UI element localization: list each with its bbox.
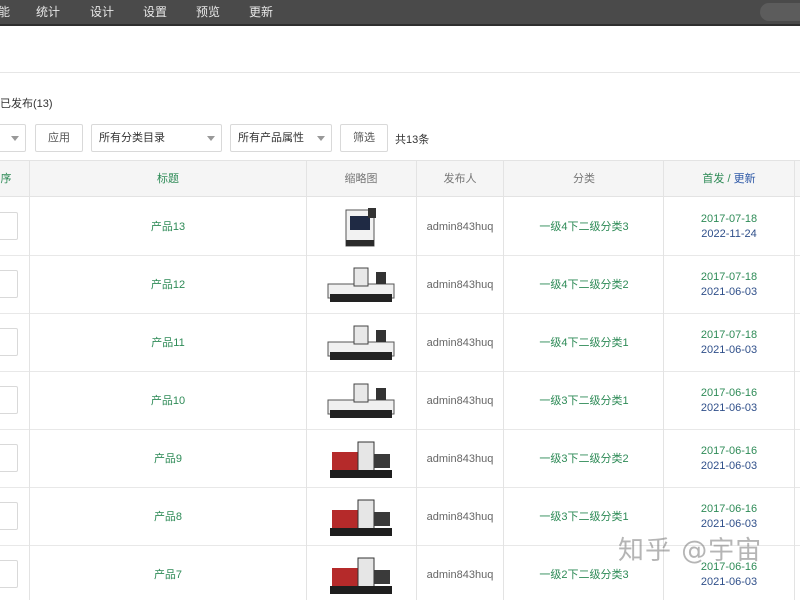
nav-item-stats[interactable]: 统计 xyxy=(36,4,60,20)
product-thumbnail[interactable] xyxy=(324,320,398,366)
product-category-link[interactable]: 一级4下二级分类1 xyxy=(504,314,664,372)
chevron-down-icon xyxy=(207,136,215,141)
table-row: 产品12 admin843huq 一级4下二级分类2 2017-07-18 2021-0… xyxy=(0,256,800,314)
product-dates: 2017-06-16 2021-06-03 xyxy=(664,386,794,416)
col-header-first-published[interactable]: 首发 xyxy=(702,173,724,185)
first-published-date: 2017-06-16 xyxy=(700,445,758,457)
product-author: admin843huq xyxy=(426,337,494,349)
product-dates: 2017-07-18 2022-11-24 xyxy=(664,212,794,242)
published-count-title: 已发布(13) xyxy=(0,98,53,110)
product-author: admin843huq xyxy=(426,221,494,233)
bulk-action-select[interactable] xyxy=(0,124,26,152)
product-title-link[interactable]: 产品10 xyxy=(30,372,306,430)
table-row: 产品13 admin843huq 一级4下二级分类3 2017-07-18 2022-1… xyxy=(0,198,800,256)
product-category-link[interactable]: 一级3下二级分类2 xyxy=(504,430,664,488)
col-header-author: 发布人 xyxy=(443,173,477,185)
product-category-link[interactable]: 一级3下二级分类1 xyxy=(504,372,664,430)
col-header-order[interactable]: 序 xyxy=(0,161,18,197)
row-order-input[interactable] xyxy=(0,560,18,588)
nav-item-settings[interactable]: 设置 xyxy=(143,4,167,20)
col-header-dates[interactable]: 首发 / 更新 xyxy=(664,161,794,197)
updated-date: 2021-06-03 xyxy=(700,460,758,472)
product-thumbnail[interactable] xyxy=(324,262,398,308)
product-category-link[interactable]: 一级4下二级分类2 xyxy=(504,256,664,314)
table-header: 序 标题 缩略图 发布人 分类 首发 / 更新 xyxy=(0,161,800,197)
column-divider xyxy=(29,161,30,600)
product-title-link[interactable]: 产品7 xyxy=(30,546,306,600)
updated-date: 2021-06-03 xyxy=(700,286,758,298)
column-divider xyxy=(416,161,417,600)
chevron-down-icon xyxy=(11,136,19,141)
attribute-filter-value: 所有产品属性 xyxy=(238,132,304,144)
first-published-date: 2017-07-18 xyxy=(700,213,758,225)
product-author: admin843huq xyxy=(426,279,494,291)
chevron-down-icon xyxy=(317,136,325,141)
product-title-link[interactable]: 产品9 xyxy=(30,430,306,488)
product-title-link[interactable]: 产品13 xyxy=(30,198,306,256)
filter-button[interactable]: 筛选 xyxy=(340,124,388,152)
product-dates: 2017-06-16 2021-06-03 xyxy=(664,444,794,474)
row-order-input[interactable] xyxy=(0,212,18,240)
product-thumbnail[interactable] xyxy=(324,494,398,540)
nav-item-update[interactable]: 更新 xyxy=(249,4,273,20)
product-author: admin843huq xyxy=(426,569,494,581)
row-order-input[interactable] xyxy=(0,270,18,298)
product-thumbnail[interactable] xyxy=(324,204,398,250)
first-published-date: 2017-07-18 xyxy=(700,329,758,341)
col-header-date-separator: / xyxy=(724,173,734,185)
product-title-link[interactable]: 产品11 xyxy=(30,314,306,372)
category-filter-select[interactable]: 所有分类目录 xyxy=(91,124,222,152)
attribute-filter-select[interactable]: 所有产品属性 xyxy=(230,124,332,152)
product-dates: 2017-06-16 2021-06-03 xyxy=(664,502,794,532)
updated-date: 2021-06-03 xyxy=(700,576,758,588)
row-order-input[interactable] xyxy=(0,502,18,530)
table-row: 产品9 admin843huq 一级3下二级分类2 2017-06-16 2021-06… xyxy=(0,430,800,488)
header-divider xyxy=(0,72,800,73)
top-nav-bar: 能 统计 设计 设置 预览 更新 xyxy=(0,0,800,26)
column-divider xyxy=(794,161,795,600)
watermark: 知乎 @宇宙 xyxy=(618,536,763,566)
product-title-link[interactable]: 产品12 xyxy=(30,256,306,314)
product-author: admin843huq xyxy=(426,453,494,465)
product-title-link[interactable]: 产品8 xyxy=(30,488,306,546)
nav-item-features[interactable]: 能 xyxy=(0,4,10,20)
first-published-date: 2017-07-18 xyxy=(700,271,758,283)
updated-date: 2022-11-24 xyxy=(701,228,757,240)
first-published-date: 2017-06-16 xyxy=(700,503,758,515)
col-header-category: 分类 xyxy=(573,173,595,185)
table-row: 产品11 admin843huq 一级4下二级分类1 2017-07-18 2021-0… xyxy=(0,314,800,372)
nav-search-pill[interactable] xyxy=(760,3,800,21)
total-count: 共13条 xyxy=(395,134,430,146)
row-order-input[interactable] xyxy=(0,328,18,356)
first-published-date: 2017-06-16 xyxy=(700,387,758,399)
column-divider xyxy=(306,161,307,600)
updated-date: 2021-06-03 xyxy=(700,344,758,356)
nav-item-preview[interactable]: 预览 xyxy=(196,4,220,20)
product-author: admin843huq xyxy=(426,395,494,407)
table-row: 产品10 admin843huq 一级3下二级分类1 2017-06-16 2021-0… xyxy=(0,372,800,430)
col-header-thumbnail: 缩略图 xyxy=(344,173,378,185)
category-filter-value: 所有分类目录 xyxy=(99,132,165,144)
apply-button[interactable]: 应用 xyxy=(35,124,83,152)
product-category-link[interactable]: 一级4下二级分类3 xyxy=(504,198,664,256)
product-thumbnail[interactable] xyxy=(324,378,398,424)
product-dates: 2017-07-18 2021-06-03 xyxy=(664,328,794,358)
col-header-updated[interactable]: 更新 xyxy=(734,173,756,185)
product-dates: 2017-07-18 2021-06-03 xyxy=(664,270,794,300)
column-divider xyxy=(503,161,504,600)
product-thumbnail[interactable] xyxy=(324,552,398,598)
product-author: admin843huq xyxy=(426,511,494,523)
row-order-input[interactable] xyxy=(0,386,18,414)
row-order-input[interactable] xyxy=(0,444,18,472)
nav-item-design[interactable]: 设计 xyxy=(90,4,114,20)
col-header-title[interactable]: 标题 xyxy=(30,161,306,197)
updated-date: 2021-06-03 xyxy=(700,402,758,414)
product-thumbnail[interactable] xyxy=(324,436,398,482)
